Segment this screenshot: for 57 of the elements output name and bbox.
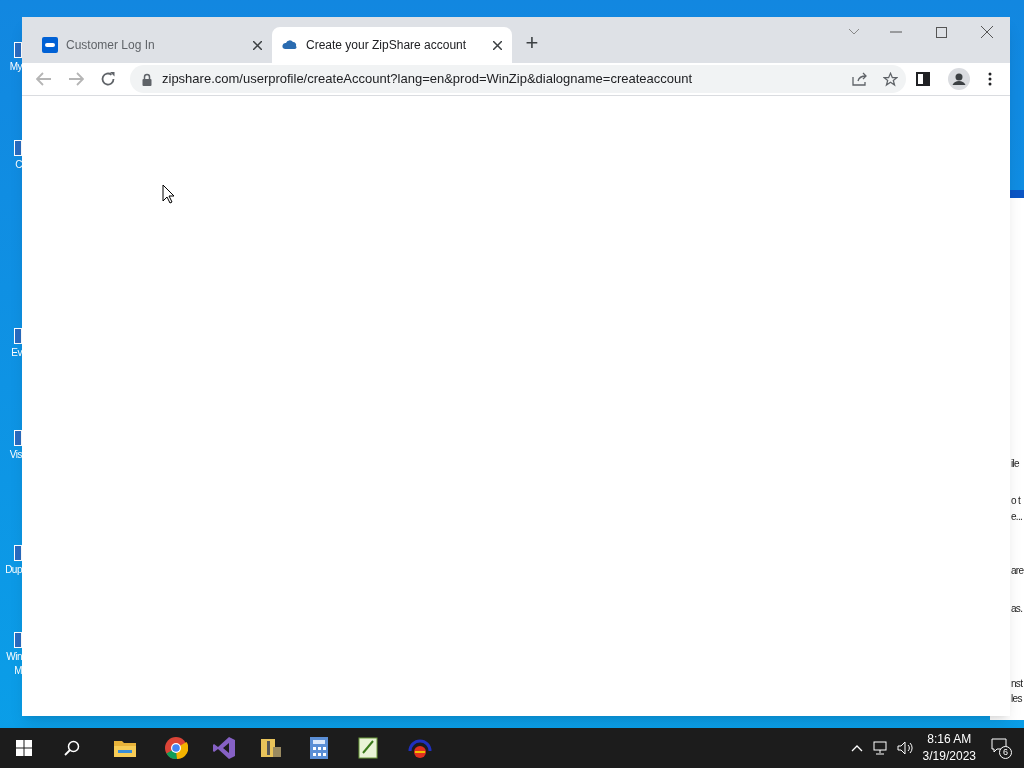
desktop-shortcut-icon[interactable] bbox=[14, 42, 22, 58]
tab-title: Customer Log In bbox=[66, 37, 155, 54]
window-text: are bbox=[1011, 565, 1024, 577]
desktop-shortcut-icon[interactable] bbox=[14, 430, 22, 446]
side-panel-icon[interactable] bbox=[916, 72, 930, 86]
folder-icon[interactable] bbox=[114, 739, 136, 757]
desktop-shortcut-icon[interactable] bbox=[14, 545, 22, 561]
search-icon[interactable] bbox=[64, 740, 80, 756]
desktop-shortcut-icon[interactable] bbox=[14, 328, 22, 344]
address-bar[interactable]: zipshare.com/userprofile/createAccount?lang=en&prod=WinZip&dialogname=createaccount bbox=[130, 65, 906, 93]
visual-studio-icon[interactable] bbox=[212, 736, 236, 760]
desktop-icon-label[interactable]: My bbox=[1, 60, 22, 74]
lock-icon bbox=[142, 72, 152, 86]
share-icon[interactable] bbox=[852, 72, 867, 86]
profile-icon[interactable] bbox=[948, 68, 970, 90]
message-icon bbox=[991, 738, 1007, 753]
close-icon[interactable] bbox=[981, 26, 993, 38]
chrome-icon[interactable] bbox=[164, 736, 188, 760]
window-text: ile bbox=[1011, 458, 1019, 470]
maximize-icon[interactable] bbox=[936, 26, 947, 38]
desktop-icon-label[interactable]: Vis bbox=[1, 448, 22, 462]
desktop-shortcut-icon[interactable] bbox=[14, 140, 22, 156]
clock-time[interactable]: 8:16 AM bbox=[927, 731, 972, 748]
menu-icon[interactable] bbox=[988, 72, 992, 86]
disc-icon[interactable] bbox=[408, 737, 432, 759]
desktop-icon-label[interactable]: Dup bbox=[1, 563, 22, 577]
window-text: nst bbox=[1011, 678, 1023, 690]
notification-count: 6 bbox=[999, 746, 1012, 759]
box-logo-icon bbox=[42, 37, 58, 53]
speaker-icon[interactable] bbox=[896, 741, 913, 755]
network-icon[interactable] bbox=[872, 741, 889, 755]
new-tab-button[interactable]: + bbox=[518, 29, 546, 57]
notepad-icon[interactable] bbox=[358, 737, 380, 759]
cloud-icon bbox=[282, 40, 298, 50]
desktop-icon-label[interactable]: Win M bbox=[1, 650, 22, 678]
url-text: zipshare.com/userprofile/createAccount?lang=en&prod=WinZip&dialogname=createaccount bbox=[162, 70, 693, 89]
clock-date[interactable]: 3/19/2023 bbox=[922, 748, 976, 765]
desktop-icon-label[interactable]: Ev bbox=[1, 346, 22, 360]
desktop-icon-label[interactable]: C bbox=[1, 158, 22, 172]
window-text: as. bbox=[1011, 603, 1023, 615]
desktop-shortcut-icon[interactable] bbox=[14, 632, 22, 648]
tab-title: Create your ZipShare account bbox=[306, 37, 467, 54]
close-tab-icon[interactable] bbox=[493, 40, 502, 50]
close-tab-icon[interactable] bbox=[253, 40, 262, 50]
star-icon[interactable] bbox=[883, 71, 898, 87]
windows-start-icon[interactable] bbox=[16, 740, 32, 756]
calculator-icon[interactable] bbox=[310, 737, 328, 759]
window-text: o t bbox=[1011, 495, 1021, 507]
archive-icon[interactable] bbox=[260, 737, 282, 759]
tab-search-icon[interactable] bbox=[848, 28, 860, 36]
reload-icon[interactable] bbox=[100, 71, 116, 87]
window-text: e... bbox=[1011, 511, 1023, 523]
notification-button[interactable]: 6 bbox=[990, 737, 1012, 759]
window-text: les bbox=[1011, 693, 1022, 705]
browser-tab[interactable]: Create your ZipShare account bbox=[272, 27, 512, 63]
chevron-up-icon[interactable] bbox=[850, 744, 863, 752]
mouse-cursor-icon bbox=[162, 184, 175, 204]
